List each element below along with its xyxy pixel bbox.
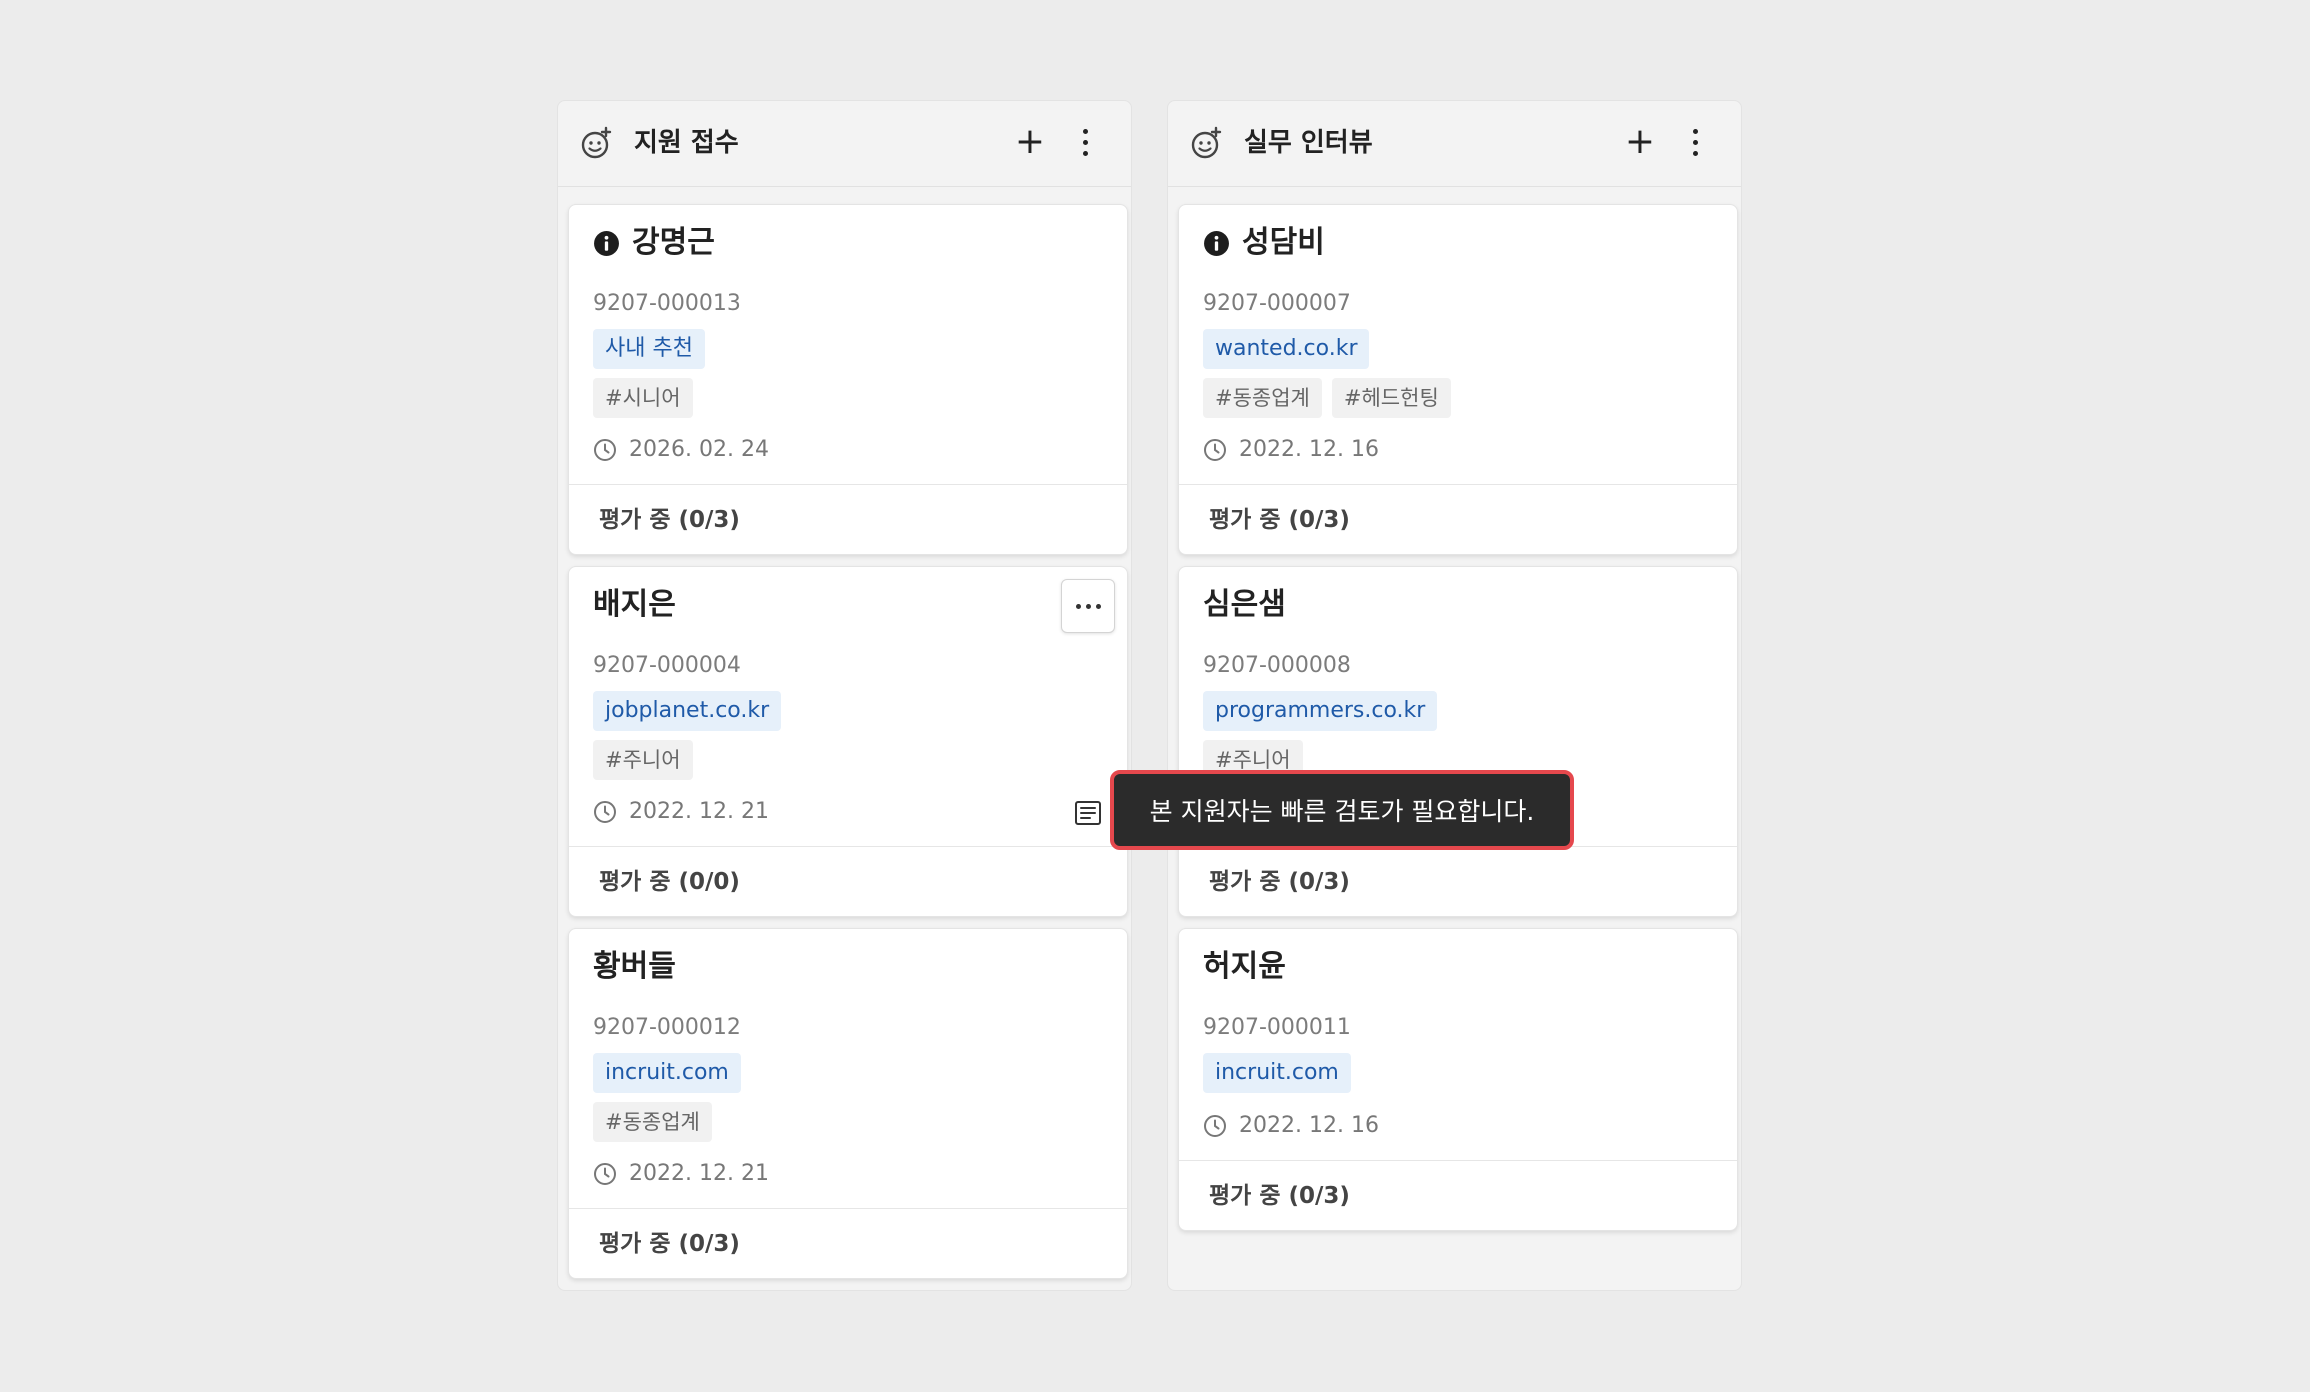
- clock-icon: [594, 1163, 616, 1185]
- column-header: 실무 인터뷰 +: [1168, 101, 1741, 187]
- source-tag: 사내 추천: [593, 329, 705, 369]
- candidate-name: 강명근: [632, 225, 715, 260]
- source-tag: incruit.com: [593, 1053, 741, 1093]
- applicant-id: 9207-000011: [1203, 1015, 1351, 1040]
- column-more-button[interactable]: [1685, 123, 1705, 161]
- applicant-id: 9207-000013: [593, 291, 741, 316]
- divider: [569, 1208, 1127, 1209]
- clock-icon: [594, 801, 616, 823]
- column-header: 지원 접수 +: [558, 101, 1131, 187]
- date-label: 2026. 02. 24: [629, 437, 769, 462]
- source-tag: incruit.com: [1203, 1053, 1351, 1093]
- hashtag: #동종업계: [593, 1102, 712, 1142]
- source-tag: wanted.co.kr: [1203, 329, 1370, 369]
- divider: [1179, 484, 1737, 485]
- candidate-name: 심은샘: [1203, 587, 1286, 622]
- column-applied: 지원 접수 + 강명근 9207-000013 사내 추천 #시니어 2026.…: [557, 100, 1132, 1291]
- info-icon: [594, 230, 619, 256]
- divider: [1179, 1160, 1737, 1161]
- info-icon: [1204, 230, 1229, 256]
- applicant-id: 9207-000004: [593, 653, 741, 678]
- candidate-card[interactable]: 성담비 9207-000007 wanted.co.kr #동종업계 #헤드헌팅…: [1178, 204, 1738, 555]
- applicant-id: 9207-000008: [1203, 653, 1351, 678]
- candidate-card[interactable]: 강명근 9207-000013 사내 추천 #시니어 2026. 02. 24 …: [568, 204, 1128, 555]
- column-title: 실무 인터뷰: [1244, 128, 1373, 158]
- candidate-card[interactable]: 심은샘 9207-000008 programmers.co.kr #주니어 평…: [1178, 566, 1738, 917]
- candidate-card[interactable]: 허지윤 9207-000011 incruit.com 2022. 12. 16…: [1178, 928, 1738, 1231]
- date-label: 2022. 12. 16: [1239, 437, 1379, 462]
- candidate-name: 황버들: [593, 949, 676, 984]
- memo-tooltip: 본 지원자는 빠른 검토가 필요합니다.: [1110, 770, 1574, 850]
- applicant-id: 9207-000012: [593, 1015, 741, 1040]
- kanban-board: 지원 접수 + 강명근 9207-000013 사내 추천 #시니어 2026.…: [557, 100, 1751, 1291]
- tooltip-text: 본 지원자는 빠른 검토가 필요합니다.: [1149, 797, 1535, 826]
- hashtag: #주니어: [593, 740, 693, 780]
- clock-icon: [1204, 439, 1226, 461]
- add-card-button[interactable]: +: [1621, 123, 1659, 161]
- emoji-add-icon[interactable]: [1190, 126, 1224, 160]
- candidate-name: 허지윤: [1203, 949, 1286, 984]
- column-interview: 실무 인터뷰 + 성담비 9207-000007 wanted.co.kr #동…: [1167, 100, 1742, 1291]
- divider: [569, 846, 1127, 847]
- hashtag: #동종업계: [1203, 378, 1322, 418]
- candidate-name: 성담비: [1242, 225, 1325, 260]
- source-tag: jobplanet.co.kr: [593, 691, 782, 731]
- divider: [569, 484, 1127, 485]
- add-card-button[interactable]: +: [1011, 123, 1049, 161]
- candidate-name: 배지은: [593, 587, 676, 622]
- date-label: 2022. 12. 21: [629, 1161, 769, 1186]
- evaluation-status: 평가 중 (0/3): [599, 1231, 740, 1257]
- evaluation-status: 평가 중 (0/3): [1209, 507, 1350, 533]
- date-label: 2022. 12. 16: [1239, 1113, 1379, 1138]
- column-more-button[interactable]: [1075, 123, 1095, 161]
- emoji-add-icon[interactable]: [580, 126, 614, 160]
- date-label: 2022. 12. 21: [629, 799, 769, 824]
- hashtag: #시니어: [593, 378, 693, 418]
- evaluation-status: 평가 중 (0/0): [599, 869, 740, 895]
- source-tag: programmers.co.kr: [1203, 691, 1438, 731]
- evaluation-status: 평가 중 (0/3): [1209, 869, 1350, 895]
- evaluation-status: 평가 중 (0/3): [599, 507, 740, 533]
- clock-icon: [594, 439, 616, 461]
- clock-icon: [1204, 1115, 1226, 1137]
- applicant-id: 9207-000007: [1203, 291, 1351, 316]
- column-title: 지원 접수: [634, 128, 739, 158]
- memo-icon[interactable]: [1074, 800, 1102, 826]
- candidate-card[interactable]: 황버들 9207-000012 incruit.com #동종업계 2022. …: [568, 928, 1128, 1279]
- hashtag: #헤드헌팅: [1331, 378, 1451, 418]
- evaluation-status: 평가 중 (0/3): [1209, 1183, 1350, 1209]
- candidate-card[interactable]: 배지은 9207-000004 jobplanet.co.kr #주니어 202…: [568, 566, 1128, 917]
- card-more-button[interactable]: [1061, 579, 1115, 633]
